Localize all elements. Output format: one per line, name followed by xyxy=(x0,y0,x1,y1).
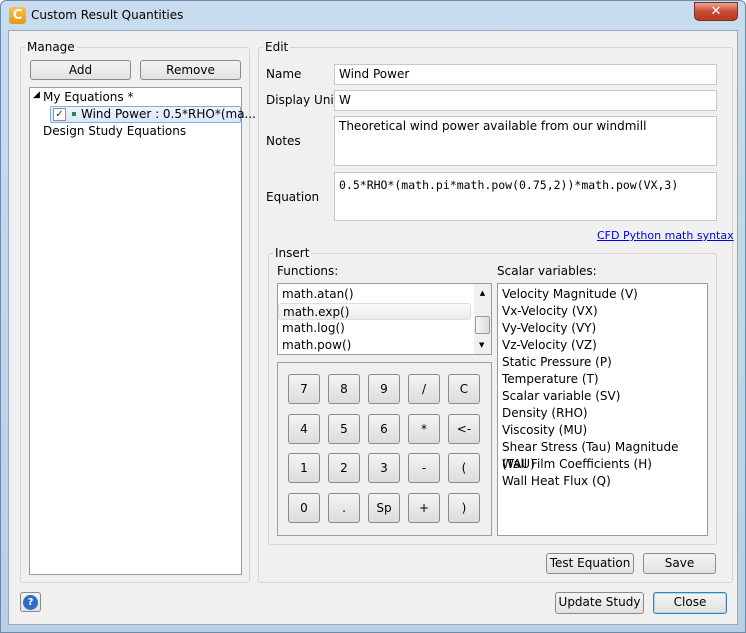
keypad-key[interactable]: 1 xyxy=(288,453,320,483)
keypad-key[interactable]: + xyxy=(408,492,440,523)
notes-textarea[interactable]: Theoretical wind power available from ou… xyxy=(334,116,717,166)
help-button[interactable]: ? xyxy=(20,592,41,612)
window-title: Custom Result Quantities xyxy=(31,8,184,22)
help-icon: ? xyxy=(23,595,38,610)
function-item[interactable]: math.atan() xyxy=(278,286,471,303)
keypad-key[interactable]: 9 xyxy=(368,374,400,404)
keypad-key[interactable]: C xyxy=(448,374,480,404)
close-button[interactable]: Close xyxy=(653,592,727,614)
keypad-key[interactable]: 8 xyxy=(328,374,360,404)
equation-textarea[interactable]: 0.5*RHO*(math.pi*math.pow(0.75,2))*math.… xyxy=(334,172,717,221)
equation-label: Equation xyxy=(266,190,320,204)
scalar-variable-item[interactable]: Static Pressure (P) xyxy=(498,354,707,371)
remove-button[interactable]: Remove xyxy=(140,60,241,80)
functions-label: Functions: xyxy=(277,264,339,278)
scroll-up-icon[interactable]: ▲ xyxy=(474,289,491,297)
scalar-variable-item[interactable]: Density (RHO) xyxy=(498,405,707,422)
keypad-key[interactable]: Sp xyxy=(368,492,400,523)
keypad: 7 8 9 / C 4 5 6 * <- 1 2 3-(0. Sp +) xyxy=(277,362,492,536)
function-item[interactable]: math.log() xyxy=(278,320,471,337)
keypad-key[interactable]: 4 xyxy=(288,413,320,444)
scalar-variable-item[interactable]: Vy-Velocity (VY) xyxy=(498,320,707,337)
scalar-variables-label: Scalar variables: xyxy=(497,264,597,278)
edit-label: Edit xyxy=(263,40,291,54)
functions-list[interactable]: math.atan() math.exp() math.log() math.pow(… xyxy=(277,283,492,355)
scalar-variable-item[interactable]: Velocity Magnitude (V) xyxy=(498,286,707,303)
scalar-variable-item[interactable]: Shear Stress (Tau) Magnitude (TAU) xyxy=(498,439,707,471)
scalar-variable-item[interactable]: Vz-Velocity (VZ) xyxy=(498,337,707,354)
insert-label: Insert xyxy=(273,246,312,260)
keypad-key[interactable]: ) xyxy=(448,492,480,523)
scalar-variable-item[interactable]: Wall Heat Flux (Q) xyxy=(498,473,707,490)
keypad-key[interactable]: / xyxy=(408,374,440,404)
keypad-key[interactable]: ( xyxy=(448,453,480,483)
app-icon: C xyxy=(9,7,26,24)
tree-item-wind-power[interactable]: ✓ Wind Power : 0.5*RHO*(ma... xyxy=(50,106,256,123)
name-label: Name xyxy=(266,67,302,81)
python-syntax-link[interactable]: CFD Python math syntax xyxy=(597,229,734,242)
equation-tree[interactable]: ◢ My Equations * ✓ Wind Power : 0.5*RHO*… xyxy=(29,87,256,575)
window-close-button[interactable]: ✕ xyxy=(694,2,738,21)
keypad-key[interactable]: 5 xyxy=(328,413,360,444)
title-bar: C Custom Result Quantities ✕ xyxy=(1,1,745,31)
keypad-key[interactable]: . xyxy=(328,492,360,523)
tree-collapse-icon[interactable]: ◢ xyxy=(33,90,40,100)
keypad-key[interactable]: 0 xyxy=(288,492,320,523)
scalar-variable-item[interactable]: Scalar variable (SV) xyxy=(498,388,707,405)
display-units-input[interactable]: W xyxy=(334,90,717,111)
tree-node-my-equations[interactable]: My Equations * xyxy=(43,90,133,104)
scalar-variable-item[interactable]: Vx-Velocity (VX) xyxy=(498,303,707,320)
equation-bullet-icon xyxy=(72,112,76,116)
keypad-key[interactable]: 7 xyxy=(288,374,320,404)
scroll-thumb[interactable] xyxy=(475,316,490,334)
notes-label: Notes xyxy=(266,134,301,148)
scalar-variable-item[interactable]: Viscosity (MU) xyxy=(498,422,707,439)
item-checkbox[interactable]: ✓ xyxy=(53,108,66,121)
keypad-key[interactable]: * xyxy=(408,413,440,444)
tree-item-label: Wind Power : 0.5*RHO*(ma... xyxy=(81,107,256,121)
manage-label: Manage xyxy=(25,40,77,54)
scalar-variables-list[interactable]: Velocity Magnitude (V) Vx-Velocity (VX) Vy… xyxy=(497,283,708,536)
update-study-button[interactable]: Update Study xyxy=(555,592,644,614)
scalar-variable-item[interactable]: Temperature (T) xyxy=(498,371,707,388)
keypad-key[interactable]: 3 xyxy=(368,453,400,483)
functions-scrollbar[interactable]: ▲ ▼ xyxy=(474,284,491,354)
test-equation-button[interactable]: Test Equation xyxy=(546,553,634,574)
keypad-key[interactable]: - xyxy=(408,453,440,483)
keypad-key[interactable]: 2 xyxy=(328,453,360,483)
name-input[interactable]: Wind Power xyxy=(334,64,717,85)
scroll-down-icon[interactable]: ▼ xyxy=(479,341,484,349)
add-button[interactable]: Add xyxy=(30,60,131,80)
display-units-label: Display Units xyxy=(266,93,345,107)
keypad-key[interactable]: <- xyxy=(448,413,480,444)
save-button[interactable]: Save xyxy=(643,553,716,574)
tree-node-design-study[interactable]: Design Study Equations xyxy=(43,124,186,138)
scalar-variable-item[interactable]: Wall Film Coefficients (H) xyxy=(498,456,707,473)
keypad-key[interactable]: 6 xyxy=(368,413,400,444)
function-item[interactable]: math.pow() xyxy=(278,337,471,354)
function-item[interactable]: math.exp() xyxy=(278,303,471,320)
